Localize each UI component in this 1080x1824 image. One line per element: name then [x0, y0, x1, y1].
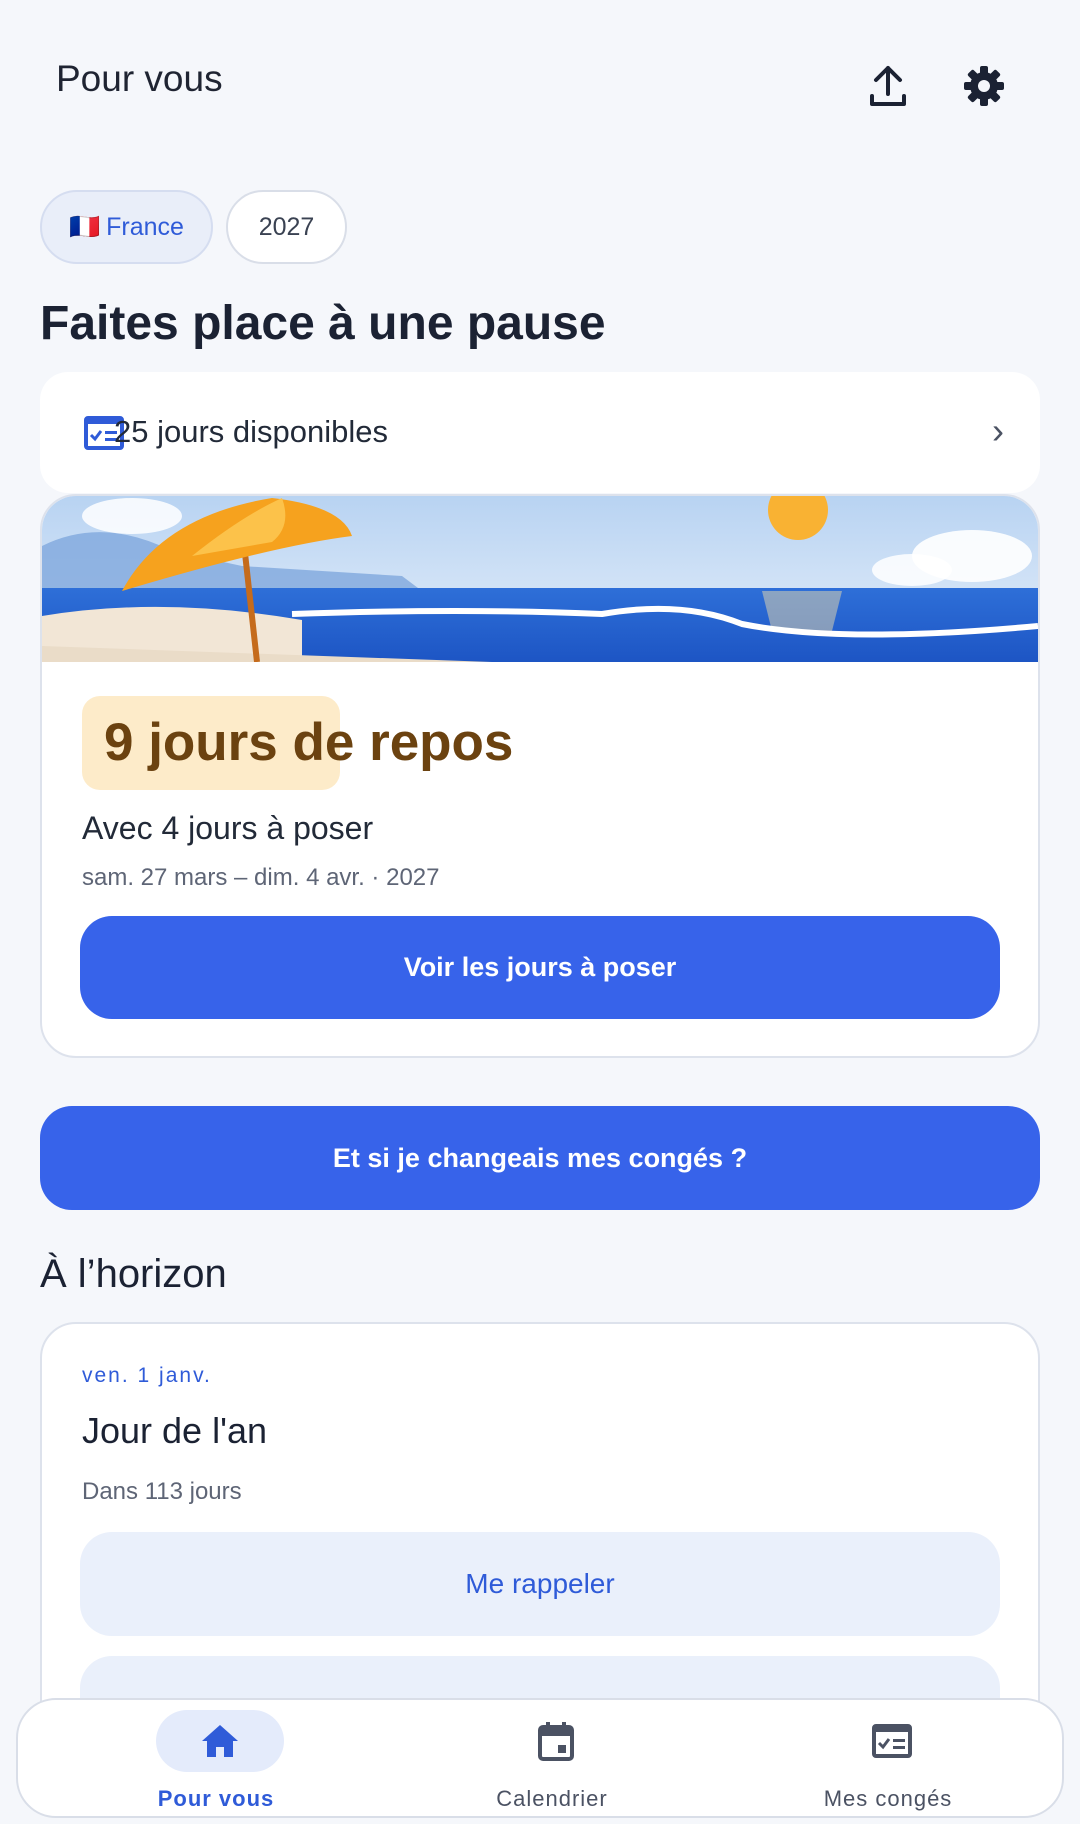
- beach-illustration: [42, 496, 1038, 663]
- horizon-section-title: À l’horizon: [40, 1252, 227, 1296]
- remind-me-button[interactable]: Me rappeler: [80, 1532, 1000, 1636]
- year-chip[interactable]: 2027: [226, 190, 347, 264]
- gear-icon[interactable]: [956, 58, 1012, 114]
- nav-label-mes-conges: Mes congés: [823, 1786, 953, 1811]
- holiday-countdown: Dans 113 jours: [82, 1478, 242, 1505]
- available-days-label: 25 jours disponibles: [114, 414, 389, 449]
- country-chip[interactable]: 🇫🇷 France: [40, 190, 213, 264]
- country-label: France: [106, 212, 184, 241]
- checklist-icon: [828, 1710, 956, 1772]
- nav-label-calendrier: Calendrier: [496, 1786, 608, 1811]
- chevron-right-icon: ›: [992, 410, 1004, 451]
- break-suggestion-card: 9 jours de repos Avec 4 jours à poser sa…: [40, 494, 1040, 1058]
- rest-days-badge-text: 9 jours de repos: [104, 713, 514, 772]
- share-upload-icon[interactable]: [860, 58, 916, 114]
- page-title: Pour vous: [56, 58, 223, 99]
- nav-label-pour-vous: Pour vous: [157, 1786, 275, 1811]
- section-title: Faites place à une pause: [40, 297, 606, 350]
- date-range-text: sam. 27 mars – dim. 4 avr. · 2027: [82, 864, 440, 891]
- view-days-button[interactable]: Voir les jours à poser: [80, 916, 1000, 1019]
- nav-item-calendrier[interactable]: Calendrier: [402, 1700, 702, 1816]
- change-leave-button[interactable]: Et si je changeais mes congés ?: [40, 1106, 1040, 1210]
- home-icon: [156, 1710, 284, 1772]
- year-label: 2027: [258, 212, 315, 241]
- nav-item-mes-conges[interactable]: Mes congés: [738, 1700, 1038, 1816]
- holiday-card: ven. 1 janv. Jour de l'an Dans 113 jours…: [40, 1322, 1040, 1742]
- days-to-take-text: Avec 4 jours à poser: [82, 810, 374, 846]
- nav-item-pour-vous[interactable]: Pour vous: [66, 1700, 366, 1816]
- bottom-navigation: Pour vous Calendrier Mes congés: [16, 1698, 1064, 1818]
- holiday-name: Jour de l'an: [82, 1410, 267, 1451]
- calendar-icon: [492, 1710, 620, 1772]
- holiday-date: ven. 1 janv.: [82, 1364, 212, 1387]
- available-days-card[interactable]: 25 jours disponibles ›: [40, 372, 1040, 493]
- rest-days-badge: 9 jours de repos: [82, 696, 513, 790]
- france-flag-icon: 🇫🇷: [69, 212, 101, 241]
